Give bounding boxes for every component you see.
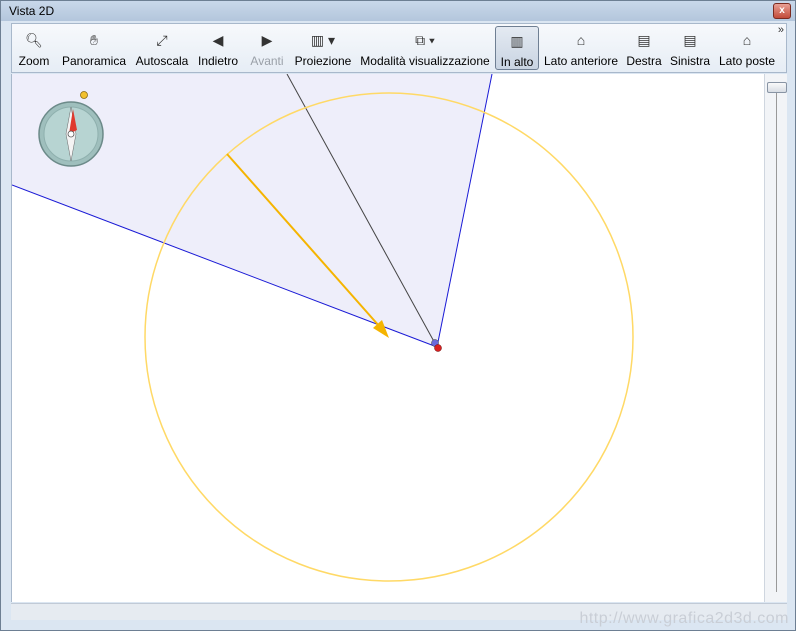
autoscale-button[interactable]: ⤢ Autoscala	[134, 26, 190, 70]
front-view-button[interactable]: ⌂ Lato anteriore	[542, 26, 620, 70]
autoscale-label: Autoscala	[135, 54, 189, 68]
hand-icon: ✋︎	[90, 32, 98, 48]
display-mode-label: Modalità visualizzazione	[360, 54, 490, 68]
vertical-scrollbar[interactable]	[764, 74, 787, 602]
back-view-icon: ⌂	[742, 32, 752, 48]
front-view-icon: ⌂	[576, 32, 586, 48]
zoom-button[interactable]: 🔍︎ Zoom	[16, 26, 52, 70]
left-view-button[interactable]: ▤ Sinistra	[668, 26, 712, 70]
autoscale-icon: ⤢	[156, 32, 168, 48]
projection-label: Proiezione	[294, 54, 352, 68]
right-view-icon: ▤	[637, 32, 651, 48]
watermark: http://www.grafica2d3d.com	[579, 610, 789, 627]
magnifier-icon: 🔍︎	[25, 32, 43, 48]
arrow-right-icon: ▶	[261, 32, 273, 48]
scroll-track	[776, 92, 777, 592]
display-mode-icon: ⧉ ▾	[415, 32, 435, 48]
view-2d-canvas[interactable]	[11, 74, 764, 602]
left-view-icon: ▤	[683, 32, 697, 48]
pan-label: Panoramica	[61, 54, 127, 68]
compass-handle[interactable]	[80, 91, 88, 99]
title-bar: Vista 2D x	[1, 1, 795, 21]
projection-icon: ▥ ▾	[310, 32, 336, 48]
close-button[interactable]: x	[773, 3, 791, 19]
arrow-left-icon: ◀	[212, 32, 224, 48]
scene-svg	[12, 74, 634, 582]
toolbar: 🔍︎ Zoom ✋︎ Panoramica ⤢ Autoscala ◀ Indi…	[11, 23, 787, 73]
toolbar-overflow-chevron[interactable]: »	[778, 24, 784, 36]
back-button[interactable]: ◀ Indietro	[195, 26, 241, 70]
forward-button[interactable]: ▶ Avanti	[248, 26, 286, 70]
left-view-label: Sinistra	[669, 54, 710, 68]
display-mode-button[interactable]: ⧉ ▾ Modalità visualizzazione	[359, 26, 491, 70]
top-view-label: In alto	[500, 55, 534, 69]
top-view-icon: ▥	[510, 33, 524, 49]
zoom-label: Zoom	[18, 54, 50, 68]
back-view-button[interactable]: ⌂ Lato poste	[717, 26, 777, 70]
scroll-thumb[interactable]	[767, 82, 787, 93]
right-view-button[interactable]: ▤ Destra	[625, 26, 663, 70]
projection-button[interactable]: ▥ ▾ Proiezione	[293, 26, 353, 70]
back-view-label: Lato poste	[718, 54, 776, 68]
back-label: Indietro	[197, 54, 239, 68]
pan-button[interactable]: ✋︎ Panoramica	[59, 26, 129, 70]
window-title: Vista 2D	[9, 4, 55, 18]
front-view-label: Lato anteriore	[543, 54, 619, 68]
forward-label: Avanti	[250, 54, 284, 68]
top-view-button[interactable]: ▥ In alto	[495, 26, 539, 70]
target-point[interactable]	[434, 344, 442, 352]
viewer-window: Vista 2D x 🔍︎ Zoom ✋︎ Panoramica ⤢ Autos…	[0, 0, 796, 631]
right-view-label: Destra	[626, 54, 662, 68]
